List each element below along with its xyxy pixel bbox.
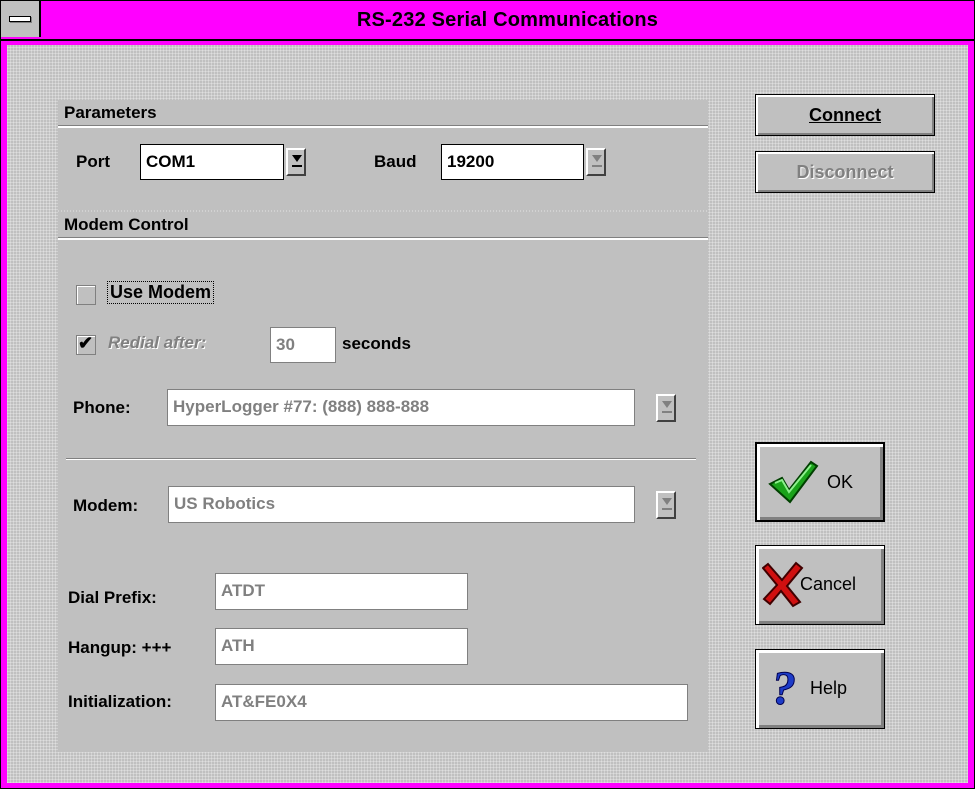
modem-dropdown-icon[interactable]	[656, 491, 676, 519]
initialization-label: Initialization:	[68, 692, 172, 711]
checkmark-icon	[768, 460, 819, 504]
port-select[interactable]: COM1	[140, 144, 284, 180]
window-title: RS-232 Serial Communications	[356, 9, 659, 31]
parameters-header: Parameters	[58, 100, 708, 128]
dialog-window: RS-232 Serial Communications Parameters …	[0, 0, 975, 789]
redial-checkbox[interactable]: ✔	[76, 333, 96, 355]
dial-prefix-input[interactable]: ATDT	[215, 573, 468, 610]
help-button-label: Help	[810, 678, 848, 698]
ok-button[interactable]: OK	[755, 442, 885, 522]
phone-dropdown-icon[interactable]	[656, 394, 676, 422]
cancel-button[interactable]: Cancel	[755, 545, 885, 625]
port-label: Port	[76, 152, 110, 171]
phone-select[interactable]: HyperLogger #77: (888) 888-888	[167, 389, 635, 426]
ok-button-label: OK	[827, 472, 854, 492]
modem-control-header: Modem Control	[58, 212, 708, 240]
seconds-label: seconds	[342, 334, 411, 353]
baud-label: Baud	[374, 152, 417, 171]
dialog-client-area: Parameters Port COM1 Baud 19200 Modem Co…	[7, 45, 968, 783]
hangup-label: Hangup: +++	[68, 638, 172, 657]
help-button[interactable]: ? Help	[755, 649, 885, 729]
initialization-input[interactable]: AT&FE0X4	[215, 684, 688, 721]
use-modem-label[interactable]: Use Modem	[106, 281, 215, 304]
phone-label: Phone:	[73, 398, 131, 417]
svg-text:?: ?	[772, 662, 796, 714]
parameters-panel: Parameters Port COM1 Baud 19200	[58, 100, 708, 210]
hangup-input[interactable]: ATH	[215, 628, 468, 665]
disconnect-button-label: Disconnect	[796, 162, 894, 182]
system-menu-icon[interactable]	[1, 1, 41, 37]
dial-prefix-label: Dial Prefix:	[68, 588, 157, 607]
parameters-header-label: Parameters	[64, 103, 157, 122]
modem-control-header-label: Modem Control	[64, 215, 189, 234]
modem-control-panel: Modem Control Use Modem ✔ Redial after: …	[58, 212, 708, 752]
checkmark-icon: ✔	[78, 333, 94, 353]
divider	[66, 458, 696, 460]
port-dropdown-icon[interactable]	[286, 148, 306, 176]
disconnect-button[interactable]: Disconnect	[755, 151, 935, 193]
modem-label: Modem:	[73, 496, 139, 515]
help-question-icon: ?	[772, 662, 797, 714]
redial-label: Redial after:	[108, 333, 207, 352]
baud-dropdown-icon[interactable]	[586, 148, 606, 176]
connect-button-label: Connect	[809, 105, 881, 125]
connect-button[interactable]: Connect	[755, 94, 935, 136]
redial-seconds-input[interactable]: 30	[270, 327, 336, 363]
baud-select[interactable]: 19200	[441, 144, 584, 180]
use-modem-checkbox[interactable]	[76, 285, 96, 305]
title-bar[interactable]: RS-232 Serial Communications	[1, 1, 974, 41]
cancel-button-label: Cancel	[800, 574, 857, 594]
modem-select[interactable]: US Robotics	[168, 486, 635, 523]
